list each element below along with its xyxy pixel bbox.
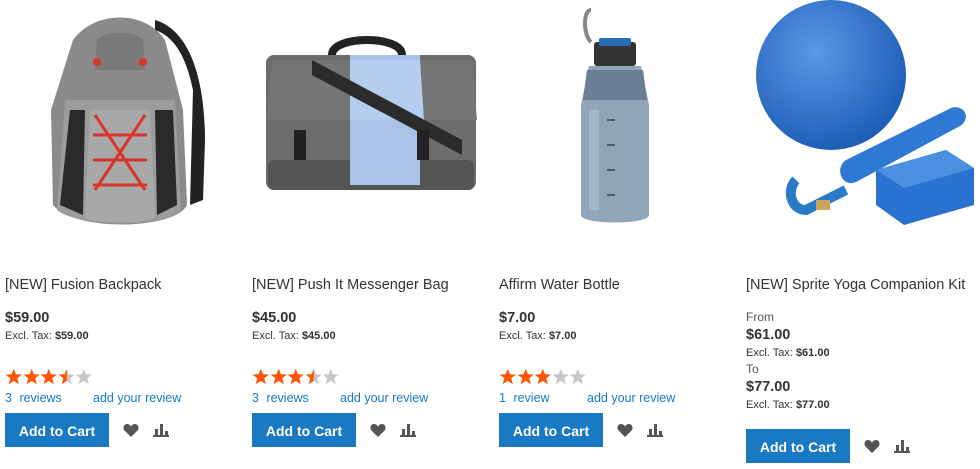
add-review-link[interactable]: add your review [340, 391, 428, 405]
star-icon [23, 368, 40, 385]
yoga-kit-illustration [756, 0, 974, 225]
product-actions: Add to Cart [252, 413, 418, 447]
price-box: $59.00 Excl. Tax: $59.00 [5, 309, 89, 344]
product-name[interactable]: [NEW] Sprite Yoga Companion Kit [746, 277, 965, 293]
product-actions: Add to Cart [746, 429, 912, 463]
compare-bars-icon[interactable] [645, 420, 665, 440]
excl-tax-from: Excl. Tax: $61.00 [746, 345, 830, 361]
star-icon [569, 368, 586, 385]
review-count[interactable]: 1 [499, 391, 506, 405]
price-box: $7.00 Excl. Tax: $7.00 [499, 309, 576, 344]
excl-tax-label: Excl. Tax: [746, 399, 793, 411]
product-image[interactable] [499, 0, 731, 262]
product-actions: Add to Cart [499, 413, 665, 447]
reviews-line: 3 reviews add your review [252, 391, 428, 405]
price-from-label: From [746, 310, 774, 324]
excl-tax: Excl. Tax: $7.00 [499, 328, 576, 344]
add-review-link[interactable]: add your review [93, 391, 181, 405]
product-actions: Add to Cart [5, 413, 171, 447]
product-card: [NEW] Sprite Yoga Companion Kit From $61… [746, 0, 978, 463]
excl-tax: Excl. Tax: $59.00 [5, 328, 89, 344]
product-card: Affirm Water Bottle $7.00 Excl. Tax: $7.… [499, 0, 731, 447]
review-count-label[interactable]: reviews [266, 391, 308, 405]
star-icon [75, 368, 92, 385]
review-count-label[interactable]: review [513, 391, 549, 405]
product-image[interactable] [746, 0, 978, 262]
messenger-bag-illustration [266, 36, 477, 190]
excl-tax-value: $45.00 [301, 330, 336, 342]
product-price: $59.00 [5, 310, 50, 326]
star-icon [58, 368, 75, 385]
product-price: $7.00 [499, 310, 536, 326]
excl-tax-label: Excl. Tax: [499, 330, 546, 342]
heart-icon[interactable] [368, 420, 388, 440]
star-icon [5, 368, 22, 385]
excl-tax-value: $59.00 [54, 330, 89, 342]
product-grid: [NEW] Fusion Backpack $59.00 Excl. Tax: … [0, 0, 980, 469]
product-card: [NEW] Push It Messenger Bag $45.00 Excl.… [252, 0, 484, 447]
product-image[interactable] [252, 0, 484, 262]
add-to-cart-button[interactable]: Add to Cart [746, 429, 850, 463]
reviews-line: 1 review add your review [499, 391, 675, 405]
price-box: $45.00 Excl. Tax: $45.00 [252, 309, 336, 344]
product-price-to: $77.00 [746, 379, 791, 395]
excl-tax-label: Excl. Tax: [252, 330, 299, 342]
product-card: [NEW] Fusion Backpack $59.00 Excl. Tax: … [5, 0, 237, 447]
excl-tax-label: Excl. Tax: [746, 347, 793, 359]
add-to-cart-button[interactable]: Add to Cart [252, 413, 356, 447]
excl-tax: Excl. Tax: $45.00 [252, 328, 336, 344]
product-price-from: $61.00 [746, 327, 791, 343]
excl-tax-label: Excl. Tax: [5, 330, 52, 342]
review-count[interactable]: 3 [252, 391, 259, 405]
compare-bars-icon[interactable] [398, 420, 418, 440]
excl-tax-to: Excl. Tax: $77.00 [746, 397, 830, 413]
product-name[interactable]: Affirm Water Bottle [499, 277, 620, 293]
product-image[interactable] [5, 0, 237, 262]
product-price: $45.00 [252, 310, 297, 326]
review-count-label[interactable]: reviews [19, 391, 61, 405]
star-icon [270, 368, 287, 385]
compare-bars-icon[interactable] [892, 436, 912, 456]
product-name[interactable]: [NEW] Push It Messenger Bag [252, 277, 449, 293]
star-icon [552, 368, 569, 385]
rating-stars [5, 368, 93, 386]
price-to-label: To [746, 362, 759, 376]
star-icon [517, 368, 534, 385]
star-icon [305, 368, 322, 385]
heart-icon[interactable] [121, 420, 141, 440]
star-icon [499, 368, 516, 385]
price-box: From $61.00 Excl. Tax: $61.00 To $77.00 … [746, 309, 830, 413]
add-review-link[interactable]: add your review [587, 391, 675, 405]
star-icon [322, 368, 339, 385]
reviews-line: 3 reviews add your review [5, 391, 181, 405]
add-to-cart-button[interactable]: Add to Cart [499, 413, 603, 447]
star-icon [287, 368, 304, 385]
excl-tax-value: $61.00 [795, 347, 830, 359]
water-bottle-illustration [581, 8, 649, 223]
rating-stars [499, 368, 587, 386]
add-to-cart-button[interactable]: Add to Cart [5, 413, 109, 447]
review-count[interactable]: 3 [5, 391, 12, 405]
star-icon [40, 368, 57, 385]
rating-stars [252, 368, 340, 386]
heart-icon[interactable] [615, 420, 635, 440]
star-icon [534, 368, 551, 385]
excl-tax-value: $7.00 [548, 330, 577, 342]
backpack-illustration [51, 17, 205, 225]
compare-bars-icon[interactable] [151, 420, 171, 440]
excl-tax-value: $77.00 [795, 399, 830, 411]
heart-icon[interactable] [862, 436, 882, 456]
star-icon [252, 368, 269, 385]
product-name[interactable]: [NEW] Fusion Backpack [5, 277, 161, 293]
